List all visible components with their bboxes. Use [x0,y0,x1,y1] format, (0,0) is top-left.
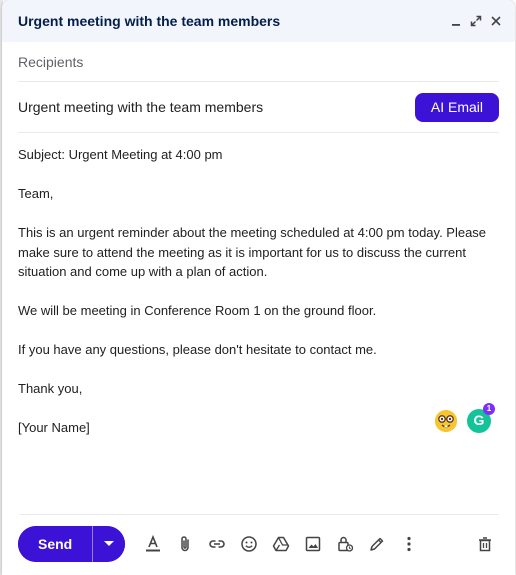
grammarly-icon[interactable]: G 1 [467,403,495,433]
body-line: We will be meeting in Conference Room 1 … [18,303,377,318]
compose-window: Urgent meeting with the team members Rec… [2,0,515,575]
footer-divider [20,514,499,515]
extension-icons: G 1 [435,403,495,433]
text-format-icon[interactable] [137,528,169,560]
body-line: Team, [18,186,54,201]
more-options-icon[interactable] [393,528,425,560]
recipients-field[interactable]: Recipients [18,42,499,82]
drive-icon[interactable] [265,528,297,560]
body-line: Subject: Urgent Meeting at 4:00 pm [18,147,223,162]
compose-title: Urgent meeting with the team members [18,13,281,29]
message-body[interactable]: Subject: Urgent Meeting at 4:00 pm Team,… [2,133,515,453]
body-line: Thank you, [18,381,83,396]
expand-icon[interactable] [469,14,483,28]
emoji-icon[interactable] [233,528,265,560]
confidential-mode-icon[interactable] [329,528,361,560]
attach-icon[interactable] [169,528,201,560]
photo-icon[interactable] [297,528,329,560]
nerd-face-icon[interactable] [435,410,457,432]
delete-icon[interactable] [469,528,501,560]
send-button[interactable]: Send [18,526,93,562]
compose-title-bar: Urgent meeting with the team members [2,0,515,42]
grammarly-badge: 1 [483,403,495,415]
recipients-placeholder[interactable]: Recipients [18,54,83,70]
body-line: If you have any questions, please don't … [18,342,377,357]
ai-email-button[interactable]: AI Email [414,92,499,122]
subject-field[interactable]: Urgent meeting with the team members AI … [18,82,499,133]
compose-toolbar: Send [18,526,501,562]
minimize-icon[interactable] [449,14,463,28]
body-line: This is an urgent reminder about the mee… [18,225,487,279]
signature-icon[interactable] [361,528,393,560]
grammarly-letter: G [473,412,485,429]
body-line: [Your Name] [18,420,90,435]
subject-input[interactable]: Urgent meeting with the team members [18,99,263,115]
link-icon[interactable] [201,528,233,560]
close-icon[interactable] [489,14,503,28]
send-button-group: Send [18,526,126,562]
send-options-icon[interactable] [92,526,126,562]
